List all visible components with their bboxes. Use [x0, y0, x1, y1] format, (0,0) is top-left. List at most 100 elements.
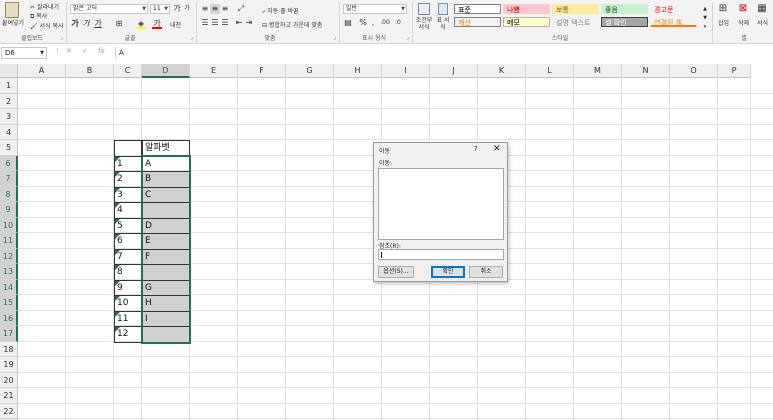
- row-header[interactable]: 8: [0, 186, 18, 202]
- font-color-button[interactable]: 가: [152, 19, 162, 29]
- cell-style-option[interactable]: 나쁨: [503, 4, 550, 14]
- row-header[interactable]: 12: [0, 248, 18, 264]
- column-header[interactable]: E: [190, 64, 238, 78]
- table-header-cell[interactable]: [114, 140, 142, 157]
- enter-icon[interactable]: ✓: [82, 47, 88, 55]
- column-header[interactable]: M: [574, 64, 622, 78]
- cancel-icon[interactable]: ✕: [66, 47, 72, 55]
- column-header[interactable]: I: [382, 64, 430, 78]
- copy-button[interactable]: ⧉ 복사: [30, 11, 47, 21]
- increase-indent-icon[interactable]: ⇥: [244, 18, 254, 28]
- format-button-label[interactable]: 서식: [757, 18, 768, 27]
- cell-styles-gallery[interactable]: 표준 나쁨 보통 좋음 경고문 계산 메모 설명 텍스트 셀 확인 연결된 셀: [454, 4, 700, 29]
- cell-style-option[interactable]: 계산: [454, 17, 501, 27]
- comma-button[interactable]: ,: [368, 18, 378, 28]
- row-header[interactable]: 5: [0, 140, 18, 156]
- row-header[interactable]: 17: [0, 326, 18, 342]
- shrink-font-button[interactable]: 가: [182, 4, 192, 14]
- underline-button[interactable]: 가: [93, 19, 103, 29]
- special-button[interactable]: 옵션(S)...: [378, 266, 414, 278]
- column-header[interactable]: L: [526, 64, 574, 78]
- align-left-icon[interactable]: ☰: [200, 18, 210, 28]
- number-launcher-icon[interactable]: ⌟: [406, 34, 409, 41]
- cell-style-option[interactable]: 셀 확인: [601, 17, 648, 27]
- row-header[interactable]: 15: [0, 295, 18, 311]
- conditional-format-label[interactable]: 조건부 서식: [414, 17, 434, 31]
- name-box[interactable]: D6 ▼: [1, 47, 47, 59]
- row-header[interactable]: 9: [0, 202, 18, 218]
- currency-icon[interactable]: ▤: [343, 18, 353, 28]
- cell-style-option[interactable]: 설명 텍스트: [552, 17, 599, 27]
- row-header[interactable]: 18: [0, 341, 18, 357]
- row-header[interactable]: 14: [0, 279, 18, 295]
- column-header[interactable]: B: [66, 64, 114, 78]
- clipboard-launcher-icon[interactable]: ⌟: [60, 34, 63, 41]
- italic-button[interactable]: 가: [81, 19, 91, 29]
- alignment-launcher-icon[interactable]: ⌟: [333, 34, 336, 41]
- cell-style-option[interactable]: 표준: [454, 4, 501, 14]
- align-right-icon[interactable]: ☰: [220, 18, 230, 28]
- row-header[interactable]: 2: [0, 93, 18, 109]
- insert-cells-icon[interactable]: ⊞: [718, 4, 728, 14]
- column-header[interactable]: K: [478, 64, 526, 78]
- number-format-combo[interactable]: 일반 ▼: [343, 4, 407, 14]
- align-top-icon[interactable]: ≡: [200, 4, 210, 14]
- percent-button[interactable]: %: [358, 18, 368, 28]
- format-table-icon[interactable]: [438, 3, 448, 15]
- format-table-label[interactable]: 표 서식: [434, 17, 452, 31]
- font-name-combo[interactable]: 맑은 고딕 ▼: [70, 4, 148, 14]
- wrap-text-button[interactable]: ⤶ 자동 줄 바꿈: [262, 6, 299, 16]
- row-header[interactable]: 10: [0, 217, 18, 233]
- cell-style-option[interactable]: 연결된 셀: [650, 17, 697, 27]
- align-center-icon[interactable]: ☰: [210, 18, 220, 28]
- fill-color-icon[interactable]: ◈: [136, 19, 146, 29]
- row-header[interactable]: 13: [0, 264, 18, 280]
- help-icon[interactable]: ?: [474, 145, 478, 153]
- formula-input[interactable]: A: [115, 47, 772, 59]
- delete-button-label[interactable]: 삭제: [738, 18, 749, 27]
- row-header[interactable]: 16: [0, 310, 18, 326]
- phonetic-button[interactable]: 내천: [170, 20, 181, 29]
- merge-center-button[interactable]: ⊟ 병합하고 가운데 맞춤: [262, 20, 322, 29]
- insert-function-button[interactable]: fx: [98, 47, 105, 55]
- font-launcher-icon[interactable]: ⌟: [190, 34, 193, 41]
- grow-font-button[interactable]: 가: [172, 4, 182, 14]
- cell-style-option[interactable]: 보통: [552, 4, 599, 14]
- row-header[interactable]: 20: [0, 372, 18, 388]
- conditional-format-icon[interactable]: [418, 3, 430, 15]
- row-header[interactable]: 4: [0, 124, 18, 140]
- cancel-button[interactable]: 취소: [469, 266, 503, 278]
- select-all-corner[interactable]: [0, 64, 18, 78]
- row-header[interactable]: 11: [0, 233, 18, 249]
- align-bottom-icon[interactable]: ≡: [220, 4, 230, 14]
- format-cells-icon[interactable]: ▦: [757, 4, 767, 14]
- row-header[interactable]: 6: [0, 155, 18, 171]
- row-header[interactable]: 22: [0, 403, 18, 419]
- orientation-icon[interactable]: ⤢: [236, 4, 246, 14]
- delete-cells-icon[interactable]: ⊠: [738, 4, 748, 14]
- column-header[interactable]: D: [142, 64, 190, 78]
- gallery-more-icon[interactable]: ▾: [700, 22, 710, 32]
- cell-style-option[interactable]: 경고문: [650, 4, 697, 14]
- row-header[interactable]: 21: [0, 388, 18, 404]
- column-header[interactable]: G: [286, 64, 334, 78]
- row-header[interactable]: 1: [0, 78, 18, 94]
- column-header[interactable]: H: [334, 64, 382, 78]
- row-header[interactable]: 7: [0, 171, 18, 187]
- goto-listbox[interactable]: [378, 168, 504, 240]
- close-icon[interactable]: ✕: [493, 144, 501, 154]
- increase-decimal-icon[interactable]: .00: [380, 18, 390, 28]
- paste-button-label[interactable]: 붙여넣기: [2, 18, 24, 27]
- bold-button[interactable]: 가: [70, 19, 80, 29]
- align-middle-icon[interactable]: ≡: [210, 4, 220, 14]
- reference-input[interactable]: [378, 249, 504, 260]
- decrease-indent-icon[interactable]: ⇤: [234, 18, 244, 28]
- column-header[interactable]: J: [430, 64, 478, 78]
- format-painter-button[interactable]: 🖌 서식 복사: [30, 21, 64, 30]
- insert-button-label[interactable]: 삽입: [718, 18, 729, 27]
- column-header[interactable]: P: [718, 64, 751, 78]
- row-header[interactable]: 3: [0, 109, 18, 125]
- paste-icon[interactable]: [5, 2, 19, 18]
- decrease-decimal-icon[interactable]: .0: [393, 18, 403, 28]
- column-header[interactable]: O: [670, 64, 718, 78]
